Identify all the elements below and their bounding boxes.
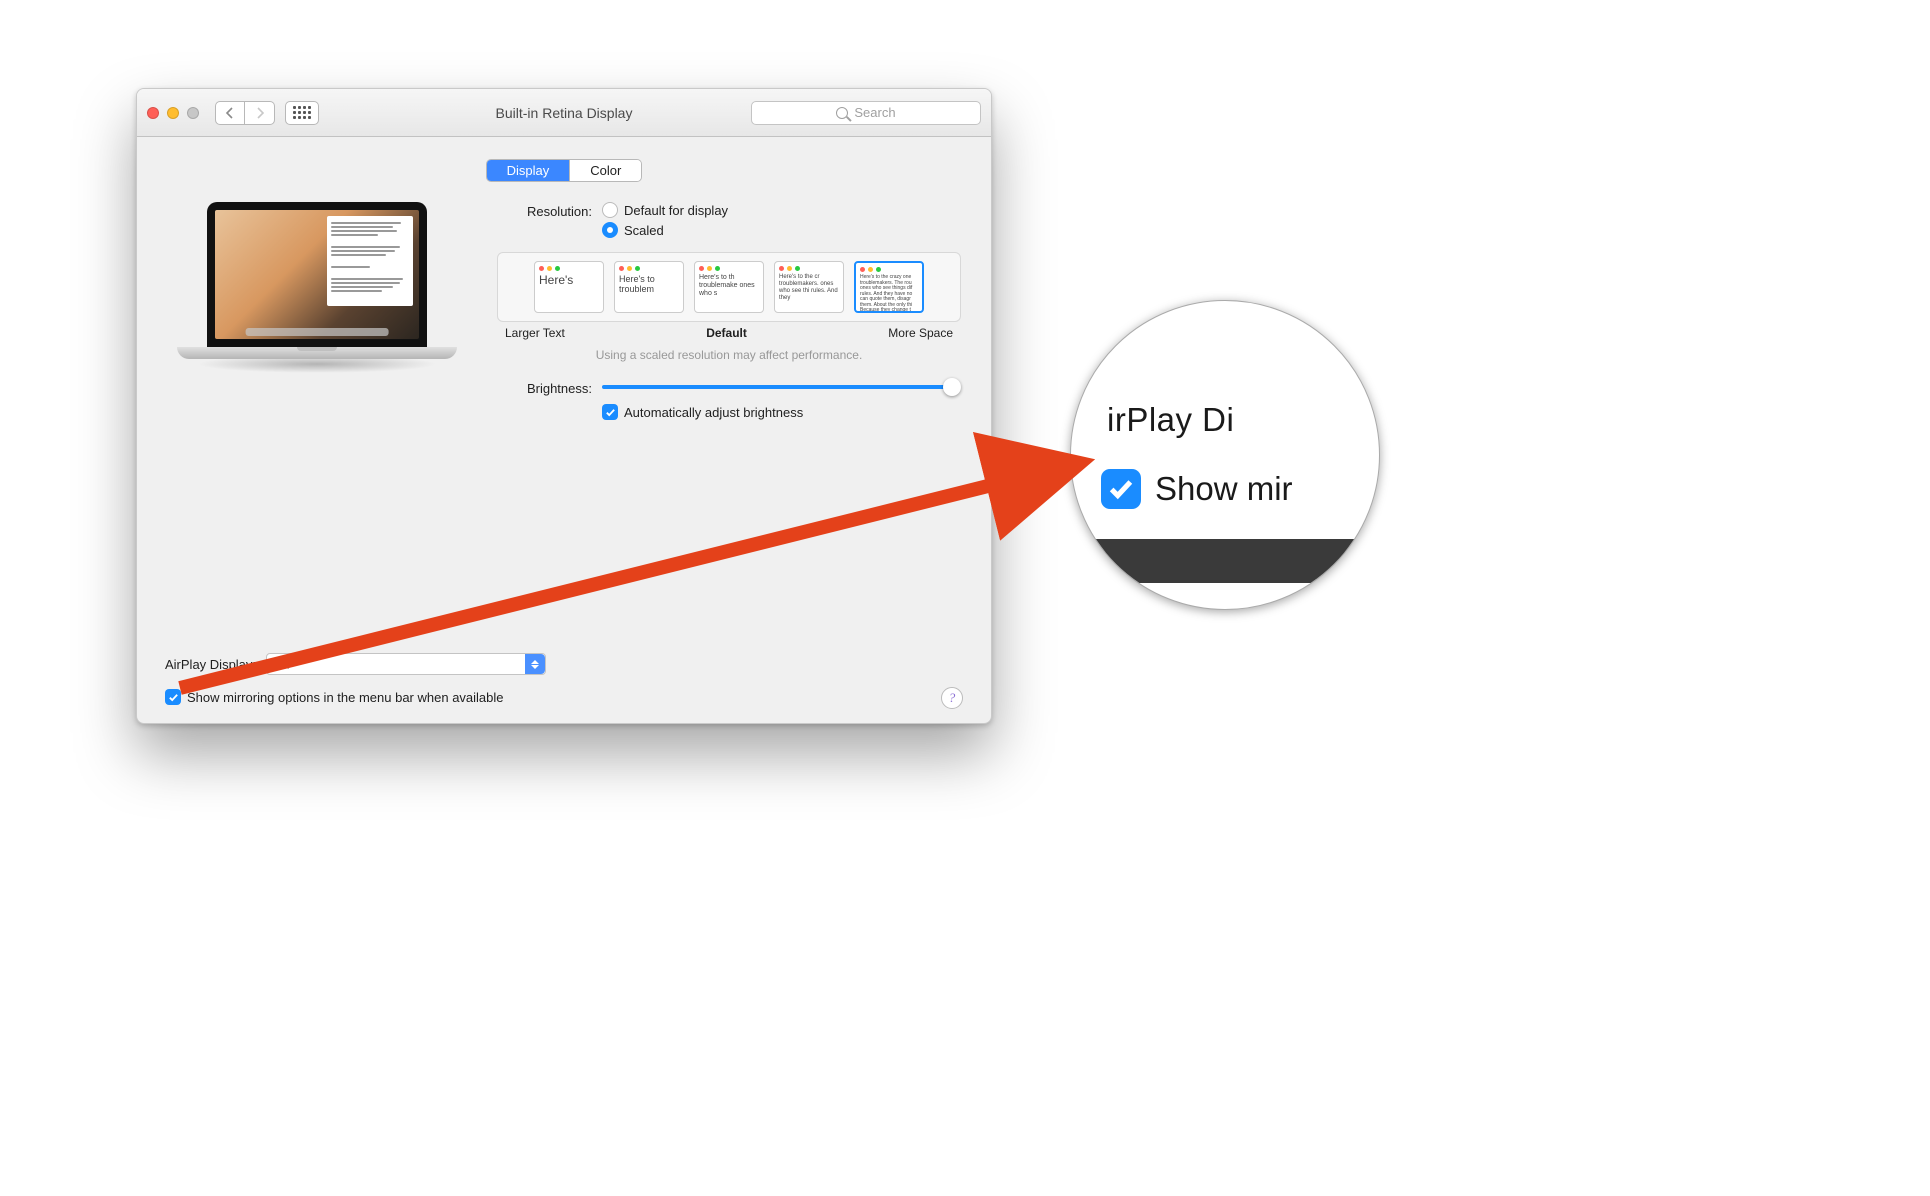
tab-display[interactable]: Display [487,160,570,181]
close-icon[interactable] [147,107,159,119]
radio-label: Scaled [624,223,664,238]
preset-captions: Larger Text Default More Space [505,326,953,340]
caption-more-space: More Space [888,326,953,340]
airplay-select[interactable]: Off [266,653,546,675]
back-button[interactable] [215,101,245,125]
radio-icon [602,202,618,218]
content-area: Resolution: Default for display Scaled [137,182,991,428]
preset-2[interactable]: Here's to troublem [614,261,684,313]
airplay-value: Off [273,657,290,672]
nav-buttons [215,101,275,125]
window-footer: AirPlay Display: Off Show mirroring opti… [137,643,991,723]
checkbox-icon [1101,469,1141,509]
mirroring-checkbox[interactable]: Show mirroring options in the menu bar w… [165,689,963,705]
show-all-button[interactable] [285,101,319,125]
magnifier-callout: irPlay Di Show mir [1070,300,1380,610]
preset-4[interactable]: Here's to the cr troublemakers. ones who… [774,261,844,313]
magnifier-line2: Show mir [1155,470,1293,508]
brightness-slider[interactable] [602,378,961,396]
radio-label: Default for display [624,203,728,218]
help-button[interactable]: ? [941,687,963,709]
resolution-label: Resolution: [497,202,602,219]
window-title: Built-in Retina Display [496,105,633,121]
forward-button[interactable] [245,101,275,125]
brightness-label: Brightness: [497,379,602,396]
resolution-presets: Here's Here's to troublem Here's to th t… [497,252,961,322]
preset-larger-text[interactable]: Here's [534,261,604,313]
traffic-lights [147,107,199,119]
search-input[interactable]: Search [751,101,981,125]
caption-default: Default [706,326,747,340]
search-placeholder: Search [854,105,895,120]
titlebar: Built-in Retina Display Search [137,89,991,137]
minimize-icon[interactable] [167,107,179,119]
radio-icon [602,222,618,238]
airplay-label: AirPlay Display: [165,657,256,672]
dropdown-icon [525,654,545,674]
grid-icon [293,106,311,119]
checkbox-icon [165,689,181,705]
preset-more-space[interactable]: Here's to the crazy one troublemakers. T… [854,261,924,313]
display-preview-image [177,202,457,373]
checkbox-icon [602,404,618,420]
radio-default-for-display[interactable]: Default for display [602,202,961,218]
auto-brightness-label: Automatically adjust brightness [624,405,803,420]
magnifier-line1: irPlay Di [1107,401,1379,439]
preset-default[interactable]: Here's to th troublemake ones who s [694,261,764,313]
zoom-icon [187,107,199,119]
caption-larger-text: Larger Text [505,326,565,340]
auto-brightness-checkbox[interactable]: Automatically adjust brightness [602,404,803,420]
resolution-warning: Using a scaled resolution may affect per… [497,348,961,362]
search-icon [836,107,848,119]
tab-color[interactable]: Color [569,160,641,181]
radio-scaled[interactable]: Scaled [602,222,961,238]
mirroring-label: Show mirroring options in the menu bar w… [187,690,504,705]
tab-bar: Display Color [137,159,991,182]
help-icon: ? [949,690,956,706]
prefs-window: Built-in Retina Display Search Display C… [136,88,992,724]
